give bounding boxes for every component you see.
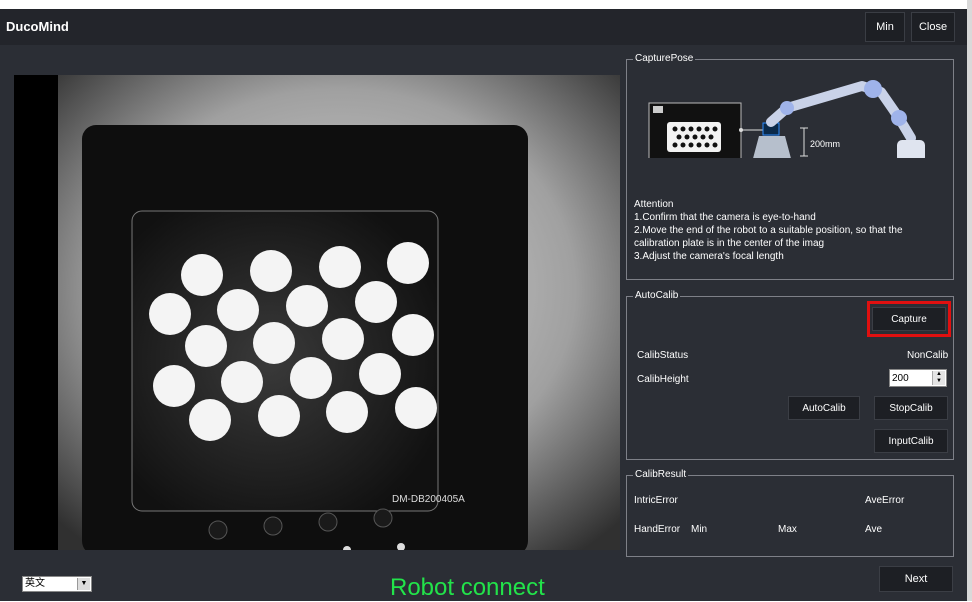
camera-view: DM-DB200405A [14,75,620,550]
title-bar: DucoMind Min Close [0,9,967,45]
spin-up-icon[interactable]: ▲ [933,371,945,378]
app-title: DucoMind [6,19,69,34]
capture-pose-title: CapturePose [633,53,696,65]
minimize-button[interactable]: Min [865,12,905,42]
ave-error-label: AveError [865,495,905,506]
camera-icon [653,106,663,113]
stopcalib-button[interactable]: StopCalib [874,396,948,420]
close-button[interactable]: Close [911,12,955,42]
calib-result-title: CalibResult [633,469,689,481]
attention-line-1: 1.Confirm that the camera is eye-to-hand [634,212,816,223]
chevron-down-icon[interactable]: ▼ [77,578,90,590]
calib-height-input[interactable] [892,370,930,386]
capture-button-highlight: Capture [867,301,951,337]
calib-height-label: CalibHeight [637,374,689,385]
autocalib-button[interactable]: AutoCalib [788,396,860,420]
intric-error-label: IntricError [634,495,678,506]
attention-title: Attention [634,199,674,210]
spin-arrows[interactable]: ▲ ▼ [932,371,945,385]
attention-line-3: 3.Adjust the camera's focal length [634,251,784,262]
app-window: DucoMind Min Close DM-DB200405A CaptureP… [0,9,967,601]
hand-error-max-label: Max [778,524,797,535]
distance-label: 200mm [810,139,840,149]
attention-line-2: 2.Move the end of the robot to a suitabl… [634,225,903,249]
hand-error-label: HandError [634,524,681,535]
hand-error-min-label: Min [691,524,708,535]
language-select[interactable]: 英文 ▼ [22,576,92,592]
spin-down-icon[interactable]: ▼ [933,378,945,385]
calib-status-label: CalibStatus [637,350,689,361]
capture-pose-diagram: 200mm [648,80,925,158]
language-value: 英文 [25,578,45,589]
desktop-edge [967,0,972,601]
calib-result-group: CalibResult IntricError AveError HandErr… [626,469,954,557]
capture-pose-group: CapturePose 200mm Attention 1.Confirm th… [626,53,954,280]
calib-height-spinbox[interactable]: ▲▼ [889,369,947,387]
hand-error-ave-label: Ave [865,524,883,535]
next-button[interactable]: Next [879,566,953,592]
attention-text: Attention 1.Confirm that the camera is e… [634,198,934,263]
camera-image: DM-DB200405A [14,75,620,550]
auto-calib-group: AutoCalib Capture CalibStatus NonCalib C… [626,290,954,460]
inputcalib-button[interactable]: InputCalib [874,429,948,453]
calib-status-value: NonCalib [907,350,949,361]
plate-label: DM-DB200405A [392,494,465,505]
capture-button[interactable]: Capture [872,307,946,331]
auto-calib-title: AutoCalib [633,290,681,302]
robot-arm-illustration [766,80,925,158]
robot-status-text: Robot connect [390,574,545,601]
